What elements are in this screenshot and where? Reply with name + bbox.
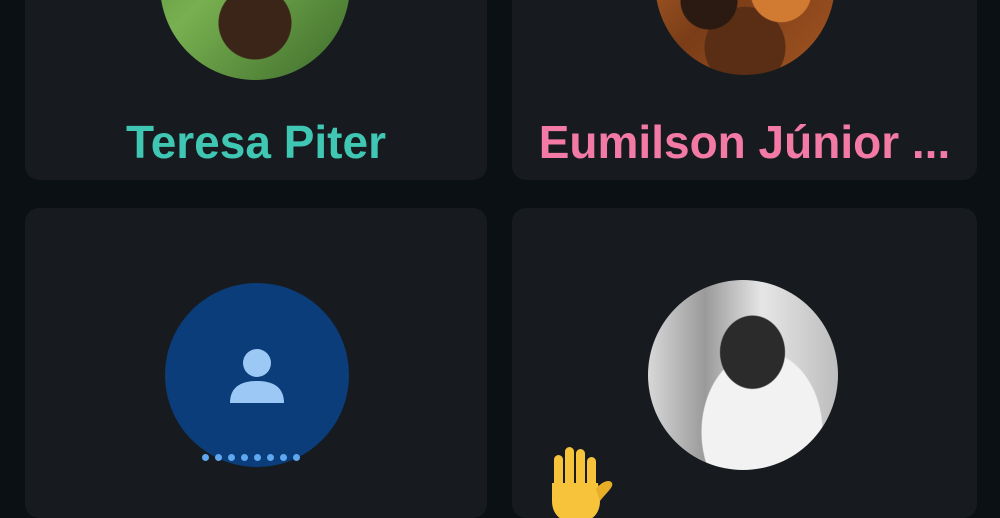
loading-dot xyxy=(267,454,274,461)
participant-avatar xyxy=(655,0,835,75)
participant-tile-photo[interactable] xyxy=(512,208,977,518)
loading-dot xyxy=(293,454,300,461)
participant-avatar xyxy=(648,280,838,470)
loading-dot xyxy=(202,454,209,461)
person-icon xyxy=(230,349,284,403)
loading-dot xyxy=(215,454,222,461)
participant-tile-teresa[interactable]: Teresa Piter xyxy=(25,0,487,180)
participant-name: Eumilson Júnior ... xyxy=(538,116,951,168)
connecting-dots-indicator xyxy=(202,454,300,461)
participant-name: Teresa Piter xyxy=(126,116,386,168)
loading-dot xyxy=(280,454,287,461)
loading-dot xyxy=(254,454,261,461)
loading-dot xyxy=(241,454,248,461)
participant-avatar xyxy=(160,0,350,80)
default-avatar xyxy=(165,283,349,467)
raised-hand-icon xyxy=(552,447,613,518)
participant-tile-eumilson[interactable]: Eumilson Júnior ... xyxy=(512,0,977,180)
loading-dot xyxy=(228,454,235,461)
participant-tile-connecting[interactable] xyxy=(25,208,487,518)
